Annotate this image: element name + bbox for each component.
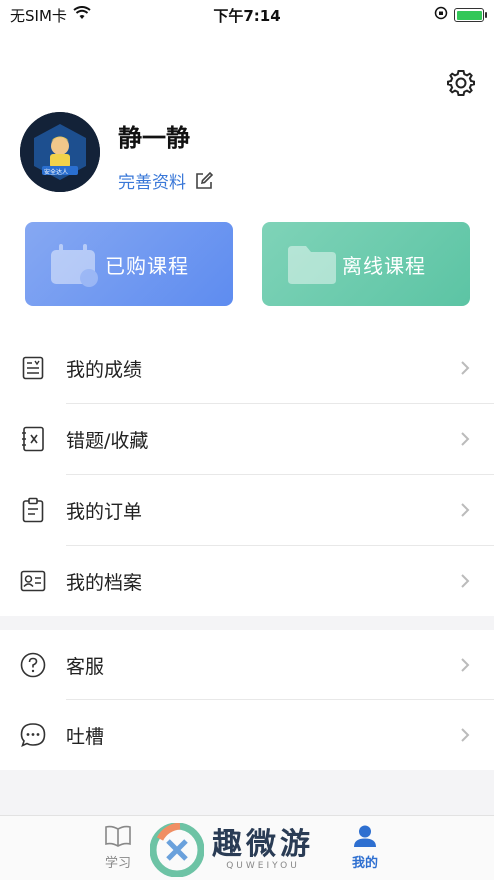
report-icon bbox=[20, 355, 46, 381]
menu-label-archive: 我的档案 bbox=[66, 571, 143, 594]
tab-study-label: 学习 bbox=[104, 856, 131, 871]
offline-courses-label: 离线课程 bbox=[342, 253, 426, 278]
edit-icon bbox=[196, 171, 214, 189]
orientation-lock-icon bbox=[434, 6, 448, 24]
chevron-right-icon bbox=[460, 500, 472, 520]
menu-label-scores: 我的成绩 bbox=[66, 358, 143, 381]
chevron-right-icon bbox=[460, 429, 472, 449]
folder-icon bbox=[288, 246, 336, 284]
menu-label-service: 客服 bbox=[66, 655, 105, 678]
menu-item-wrong-favorites[interactable]: 错题/收藏 bbox=[0, 404, 494, 474]
id-card-icon bbox=[20, 568, 46, 594]
carrier-label: 无SIM卡 bbox=[10, 6, 67, 25]
edit-profile-link[interactable]: 完善资料 bbox=[118, 168, 214, 193]
chevron-right-icon bbox=[460, 571, 472, 591]
watermark-subtext: QUWEIYOU bbox=[226, 861, 300, 871]
tab-mine-label: 我的 bbox=[352, 856, 379, 871]
tab-study[interactable]: 学习 bbox=[104, 824, 132, 871]
edit-profile-label: 完善资料 bbox=[118, 173, 186, 193]
chevron-right-icon bbox=[460, 725, 472, 745]
status-bar: 无SIM卡 下午7:14 bbox=[0, 0, 494, 30]
purchased-courses-button[interactable]: 已购课程 bbox=[25, 222, 233, 306]
chat-bubble-icon bbox=[20, 722, 46, 748]
chevron-right-icon bbox=[460, 358, 472, 378]
menu-item-service[interactable]: 客服 bbox=[0, 630, 494, 700]
menu-label-wrong-favorites: 错题/收藏 bbox=[66, 429, 149, 452]
clipboard-icon bbox=[20, 497, 46, 523]
menu-label-feedback: 吐槽 bbox=[66, 725, 105, 748]
tab-mine[interactable]: 我的 bbox=[352, 824, 378, 871]
username: 静一静 bbox=[118, 124, 190, 152]
settings-button[interactable] bbox=[442, 64, 480, 102]
section-gap bbox=[0, 616, 494, 630]
menu-item-archive[interactable]: 我的档案 bbox=[0, 546, 494, 616]
user-icon bbox=[354, 825, 376, 847]
watermark: 趣微游 QUWEIYOU bbox=[150, 823, 350, 877]
battery-icon bbox=[454, 8, 487, 22]
calendar-icon bbox=[51, 244, 98, 287]
purchased-courses-label: 已购课程 bbox=[105, 253, 189, 278]
section-gap bbox=[0, 770, 494, 815]
offline-courses-button[interactable]: 离线课程 bbox=[262, 222, 470, 306]
menu-item-scores[interactable]: 我的成绩 bbox=[0, 333, 494, 403]
avatar[interactable]: 安全达人 bbox=[20, 112, 100, 192]
gear-icon bbox=[447, 70, 475, 96]
notebook-icon bbox=[20, 426, 46, 452]
menu-item-feedback[interactable]: 吐槽 bbox=[0, 700, 494, 770]
chevron-right-icon bbox=[460, 655, 472, 675]
watermark-logo-icon bbox=[150, 823, 204, 877]
avatar-badge-text: 安全达人 bbox=[44, 169, 69, 176]
help-icon bbox=[20, 652, 46, 678]
book-icon bbox=[105, 825, 131, 847]
wifi-icon bbox=[73, 6, 91, 24]
menu-item-orders[interactable]: 我的订单 bbox=[0, 475, 494, 545]
menu-label-orders: 我的订单 bbox=[66, 500, 143, 523]
watermark-text: 趣微游 bbox=[212, 827, 314, 862]
